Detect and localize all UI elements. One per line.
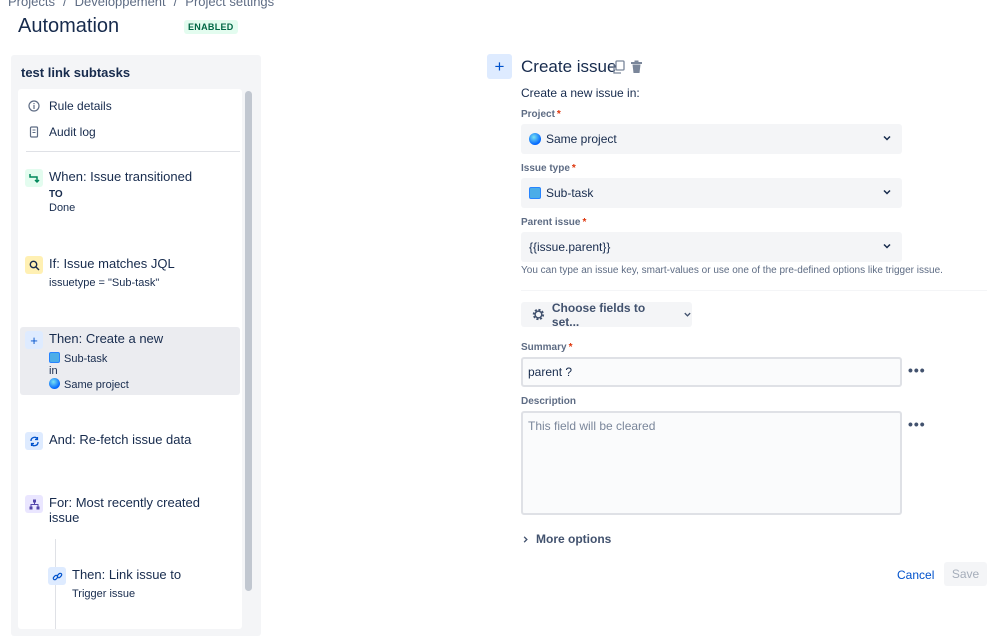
branch-icon xyxy=(25,495,43,513)
page-title: Automation xyxy=(18,15,120,37)
project-select[interactable]: Same project xyxy=(521,124,902,154)
info-icon xyxy=(28,100,40,112)
cancel-button[interactable]: Cancel xyxy=(890,563,941,587)
action-issue-type-label: Sub-task xyxy=(64,353,108,365)
document-icon xyxy=(28,126,40,138)
link-target: Trigger issue xyxy=(72,588,136,600)
rule-panel: test link subtasks Rule details Audit lo… xyxy=(11,55,261,636)
chevron-down-icon xyxy=(883,135,891,141)
divider xyxy=(26,151,240,152)
issue-type-select-value: Sub-task xyxy=(546,186,594,200)
trigger-title: When: Issue transitioned xyxy=(49,169,193,184)
subtask-icon xyxy=(529,187,541,199)
breadcrumb: Projects / Developpement / Project settings xyxy=(8,0,274,9)
audit-log-link[interactable]: Audit log xyxy=(28,125,96,139)
parent-issue-select[interactable]: {{issue.parent}} xyxy=(521,232,902,262)
required-marker: * xyxy=(571,163,576,174)
condition-title: If: Issue matches JQL xyxy=(49,256,175,271)
project-select-value: Same project xyxy=(546,132,617,146)
refetch-title: And: Re-fetch issue data xyxy=(49,432,192,447)
required-marker: * xyxy=(582,217,587,228)
rule-name: test link subtasks xyxy=(21,65,131,80)
parent-issue-select-value: {{issue.parent}} xyxy=(529,240,611,254)
issue-type-select[interactable]: Sub-task xyxy=(521,178,902,208)
action-step-title: Then: Create a new xyxy=(49,331,164,346)
refetch-step[interactable]: And: Re-fetch issue data xyxy=(20,429,240,453)
subtask-icon xyxy=(49,352,60,363)
gear-icon xyxy=(532,308,545,321)
transition-icon xyxy=(25,169,43,187)
parent-issue-label-text: Parent issue xyxy=(521,217,581,228)
parent-issue-label: Parent issue * xyxy=(521,217,586,228)
project-avatar-icon xyxy=(49,378,60,389)
copy-icon[interactable] xyxy=(612,60,625,74)
breadcrumb-project[interactable]: Developpement xyxy=(75,0,166,9)
action-issue-type: Sub-task xyxy=(49,352,107,365)
breadcrumb-settings[interactable]: Project settings xyxy=(185,0,274,9)
required-marker: * xyxy=(568,342,573,353)
rule-panel-scrollbar[interactable] xyxy=(245,91,252,591)
chevron-down-icon xyxy=(883,243,891,249)
refresh-icon xyxy=(25,432,43,450)
link-issue-step[interactable]: Then: Link issue to Trigger issue xyxy=(43,563,233,603)
condition-jql: issuetype = "Sub-task" xyxy=(49,277,160,289)
rule-details-label: Rule details xyxy=(49,99,112,113)
summary-label-text: Summary xyxy=(521,342,567,353)
trigger-step[interactable]: When: Issue transitioned TO Done xyxy=(20,165,240,217)
add-component-button[interactable]: + xyxy=(487,54,512,79)
issue-type-label: Issue type * xyxy=(521,163,576,174)
intro-text: Create a new issue in: xyxy=(521,86,640,100)
chevron-down-icon xyxy=(883,189,891,195)
status-badge: ENABLED xyxy=(184,20,238,34)
summary-input[interactable]: parent ? xyxy=(521,357,902,387)
summary-more-icon[interactable]: ••• xyxy=(908,363,926,377)
action-project: Same project xyxy=(49,378,129,391)
divider xyxy=(521,290,987,291)
chevron-down-icon xyxy=(684,312,691,317)
action-title: Create issue xyxy=(521,57,617,76)
choose-fields-button[interactable]: Choose fields to set... xyxy=(521,300,692,329)
link-title: Then: Link issue to xyxy=(72,567,182,582)
parent-issue-helper: You can type an issue key, smart-values … xyxy=(521,265,943,276)
more-options-label: More options xyxy=(536,532,612,546)
more-options-toggle[interactable]: More options xyxy=(521,532,611,546)
description-more-icon[interactable]: ••• xyxy=(908,417,926,431)
choose-fields-label: Choose fields to set... xyxy=(551,300,646,329)
action-in-label: in xyxy=(49,365,58,377)
action-project-label: Same project xyxy=(64,379,129,391)
description-textarea[interactable]: This field will be cleared xyxy=(521,411,902,515)
breadcrumb-projects[interactable]: Projects xyxy=(8,0,55,9)
branch-title: For: Most recently created issue xyxy=(49,495,200,525)
chevron-right-icon xyxy=(523,535,528,543)
search-icon xyxy=(25,256,43,274)
summary-label: Summary * xyxy=(521,342,572,353)
plus-icon: + xyxy=(25,331,43,349)
condition-step[interactable]: If: Issue matches JQL issuetype = "Sub-t… xyxy=(20,254,240,294)
rule-details-link[interactable]: Rule details xyxy=(28,99,112,113)
trigger-to-label: TO xyxy=(49,189,63,200)
audit-log-label: Audit log xyxy=(49,125,96,139)
trigger-status: Done xyxy=(49,202,76,214)
branch-step[interactable]: For: Most recently created issue xyxy=(20,491,240,531)
save-button[interactable]: Save xyxy=(944,562,987,586)
required-marker: * xyxy=(556,109,561,120)
description-label: Description xyxy=(521,396,577,407)
link-icon xyxy=(48,567,66,585)
issue-type-label-text: Issue type xyxy=(521,163,570,174)
trash-icon[interactable] xyxy=(630,60,643,74)
rule-steps-list: Rule details Audit log When: Issue trans… xyxy=(18,89,242,629)
project-avatar-icon xyxy=(529,133,541,145)
project-label: Project * xyxy=(521,109,561,120)
create-issue-step[interactable]: + Then: Create a new Sub-task in Same pr… xyxy=(20,327,240,395)
project-label-text: Project xyxy=(521,109,555,120)
